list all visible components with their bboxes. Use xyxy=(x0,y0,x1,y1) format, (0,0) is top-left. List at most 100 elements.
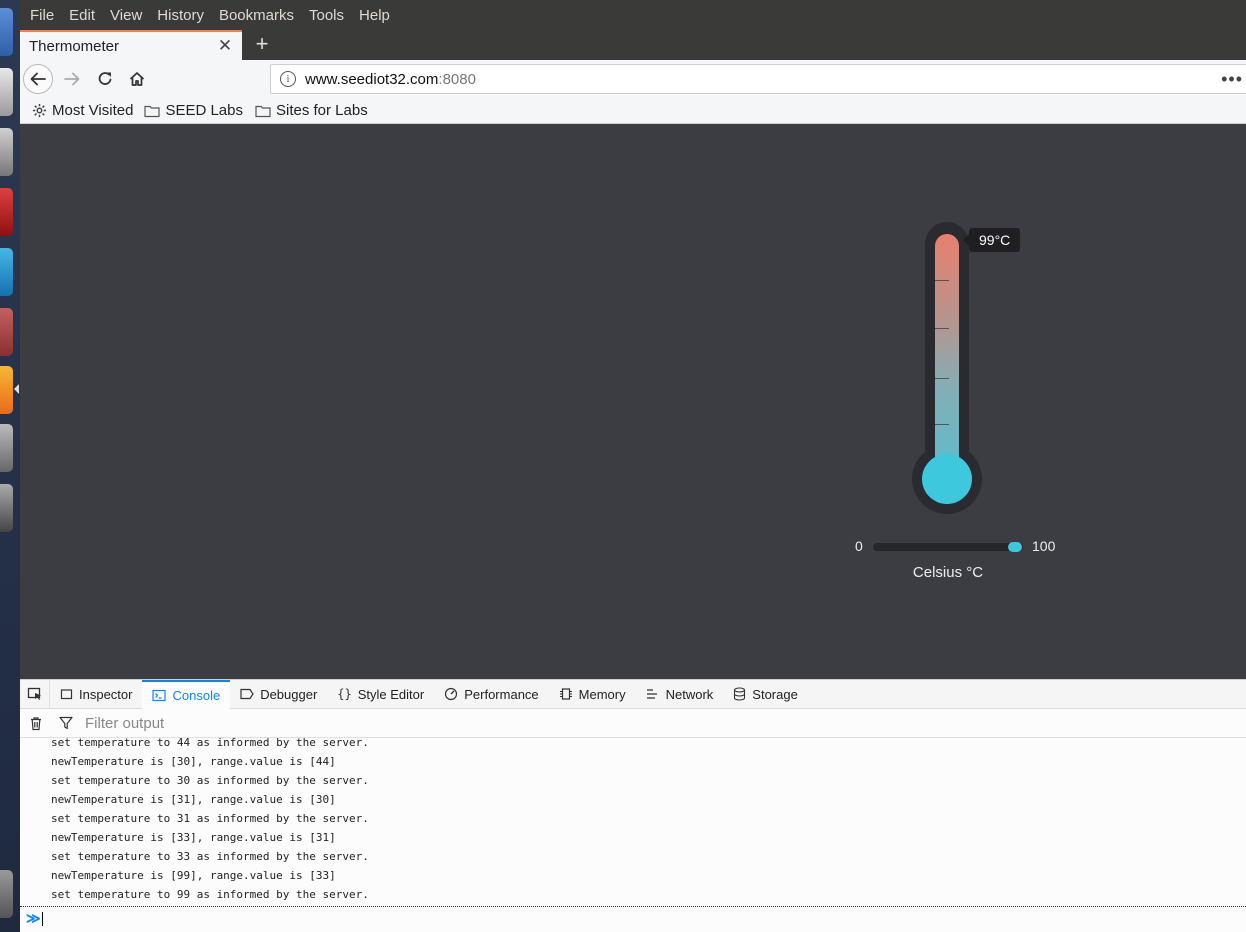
menu-tools[interactable]: Tools xyxy=(309,7,344,24)
screen: File Edit View History Bookmarks Tools H… xyxy=(0,0,1246,932)
bookmark-most-visited[interactable]: Most Visited xyxy=(32,102,133,119)
new-tab-button[interactable]: + xyxy=(250,31,274,56)
menu-bar: File Edit View History Bookmarks Tools H… xyxy=(20,0,1246,30)
console-output: set temperature to 44 as informed by the… xyxy=(20,738,1246,906)
console-log-line: set temperature to 30 as informed by the… xyxy=(51,774,369,787)
page-actions-more-icon[interactable]: ••• xyxy=(1221,69,1243,90)
launcher-app-icon[interactable] xyxy=(0,308,13,356)
launcher-app-icon[interactable] xyxy=(0,424,13,472)
bookmark-label: Sites for Labs xyxy=(275,102,368,119)
reload-button[interactable] xyxy=(91,65,119,93)
filter-output-input[interactable]: Filter output xyxy=(85,715,164,732)
tab-strip: Thermometer ✕ + xyxy=(20,30,1246,60)
braces-icon: {} xyxy=(337,687,352,701)
performance-gauge-icon xyxy=(444,687,458,701)
devtools-tabbar: Inspector Console Debugger {} Style Edit… xyxy=(20,679,1246,709)
tab-memory[interactable]: Memory xyxy=(549,680,636,709)
home-button[interactable] xyxy=(123,65,151,93)
console-log-line: set temperature to 44 as informed by the… xyxy=(51,738,369,749)
menu-file[interactable]: File xyxy=(30,7,54,24)
tab-debugger[interactable]: Debugger xyxy=(230,680,327,709)
menu-history[interactable]: History xyxy=(157,7,204,24)
tab-thermometer[interactable]: Thermometer ✕ xyxy=(20,30,242,60)
thermometer xyxy=(912,222,984,517)
memory-chip-icon xyxy=(559,687,573,701)
trash-icon[interactable] xyxy=(28,716,44,731)
network-icon xyxy=(646,688,660,700)
console-log-line: set temperature to 33 as informed by the… xyxy=(51,850,369,863)
temperature-range: 0 100 xyxy=(855,538,1055,556)
tab-storage[interactable]: Storage xyxy=(723,680,808,709)
unit-label: Celsius °C xyxy=(912,564,984,581)
debugger-icon xyxy=(240,688,254,700)
tab-label: Performance xyxy=(464,686,539,702)
close-icon[interactable]: ✕ xyxy=(214,35,236,57)
launcher-trash-icon[interactable] xyxy=(0,870,13,918)
thermometer-tick xyxy=(935,424,949,425)
console-log-line: newTemperature is [99], range.value is [… xyxy=(51,869,336,882)
bookmarks-toolbar: Most Visited SEED Labs Sites for Labs xyxy=(20,98,1246,124)
range-slider-track[interactable] xyxy=(873,542,1023,552)
inspector-icon xyxy=(60,688,73,701)
navigation-toolbar: i www.seediot32.com:8080 ••• xyxy=(20,60,1246,98)
console-filter-bar: Filter output xyxy=(20,709,1246,738)
thermometer-mercury xyxy=(935,234,959,472)
tab-label: Debugger xyxy=(260,686,318,702)
menu-view[interactable]: View xyxy=(110,7,142,24)
launcher-app-icon[interactable] xyxy=(0,248,13,296)
tab-label: Storage xyxy=(752,686,798,702)
console-log-line: set temperature to 99 as informed by the… xyxy=(51,888,369,901)
folder-icon xyxy=(144,104,161,118)
tab-label: Style Editor xyxy=(357,686,425,702)
text-caret xyxy=(41,911,43,926)
tab-label: Inspector xyxy=(79,686,133,702)
tab-performance[interactable]: Performance xyxy=(434,680,548,709)
launcher-app-icon[interactable] xyxy=(0,188,13,236)
tab-title: Thermometer xyxy=(29,37,120,55)
forward-button[interactable] xyxy=(58,65,86,93)
launcher-active-indicator xyxy=(14,384,19,394)
tab-label: Network xyxy=(665,686,714,702)
launcher-app-icon[interactable] xyxy=(0,366,13,414)
bookmark-folder-sites-for-labs[interactable]: Sites for Labs xyxy=(255,102,368,119)
launcher-app-icon[interactable] xyxy=(0,8,13,56)
back-button[interactable] xyxy=(23,64,53,94)
temperature-tooltip: 99°C xyxy=(962,228,1021,252)
console-icon xyxy=(152,689,167,702)
tab-console[interactable]: Console xyxy=(142,679,231,709)
bookmark-folder-seed-labs[interactable]: SEED Labs xyxy=(144,102,243,119)
bookmark-label: SEED Labs xyxy=(165,102,243,119)
gear-icon xyxy=(32,103,47,118)
folder-icon xyxy=(255,104,271,118)
launcher-app-icon[interactable] xyxy=(0,484,13,532)
arrow-right-icon xyxy=(64,72,80,86)
url-bar[interactable]: i www.seediot32.com:8080 ••• xyxy=(270,64,1246,94)
menu-help[interactable]: Help xyxy=(359,7,390,24)
launcher-app-icon[interactable] xyxy=(0,68,13,116)
tab-style-editor[interactable]: {} Style Editor xyxy=(327,680,434,709)
home-icon xyxy=(129,72,145,86)
console-log-line: newTemperature is [33], range.value is [… xyxy=(51,831,336,844)
database-icon xyxy=(733,687,746,701)
menu-edit[interactable]: Edit xyxy=(69,7,95,24)
thermometer-tick xyxy=(935,280,949,281)
range-max-label: 100 xyxy=(1032,538,1056,554)
thermometer-bulb xyxy=(922,454,972,504)
tab-label: Memory xyxy=(578,686,626,702)
element-picker-icon xyxy=(27,687,41,700)
menu-bookmarks[interactable]: Bookmarks xyxy=(219,7,294,24)
console-log-line: newTemperature is [31], range.value is [… xyxy=(51,793,336,806)
console-log-line: set temperature to 31 as informed by the… xyxy=(51,812,369,825)
console-input[interactable]: ≫ xyxy=(20,906,1246,930)
launcher-app-icon[interactable] xyxy=(0,128,13,176)
page-content: 99°C 0 100 Celsius °C xyxy=(20,124,1246,679)
element-picker-button[interactable] xyxy=(20,679,50,709)
url-text[interactable]: www.seediot32.com:8080 xyxy=(305,71,476,88)
tab-network[interactable]: Network xyxy=(636,680,724,709)
info-icon[interactable]: i xyxy=(280,71,296,87)
filter-icon xyxy=(58,716,74,730)
range-slider-thumb[interactable] xyxy=(1007,542,1022,552)
console-log-line: newTemperature is [30], range.value is [… xyxy=(51,755,336,768)
tab-inspector[interactable]: Inspector xyxy=(50,680,142,709)
reload-icon xyxy=(98,72,112,85)
